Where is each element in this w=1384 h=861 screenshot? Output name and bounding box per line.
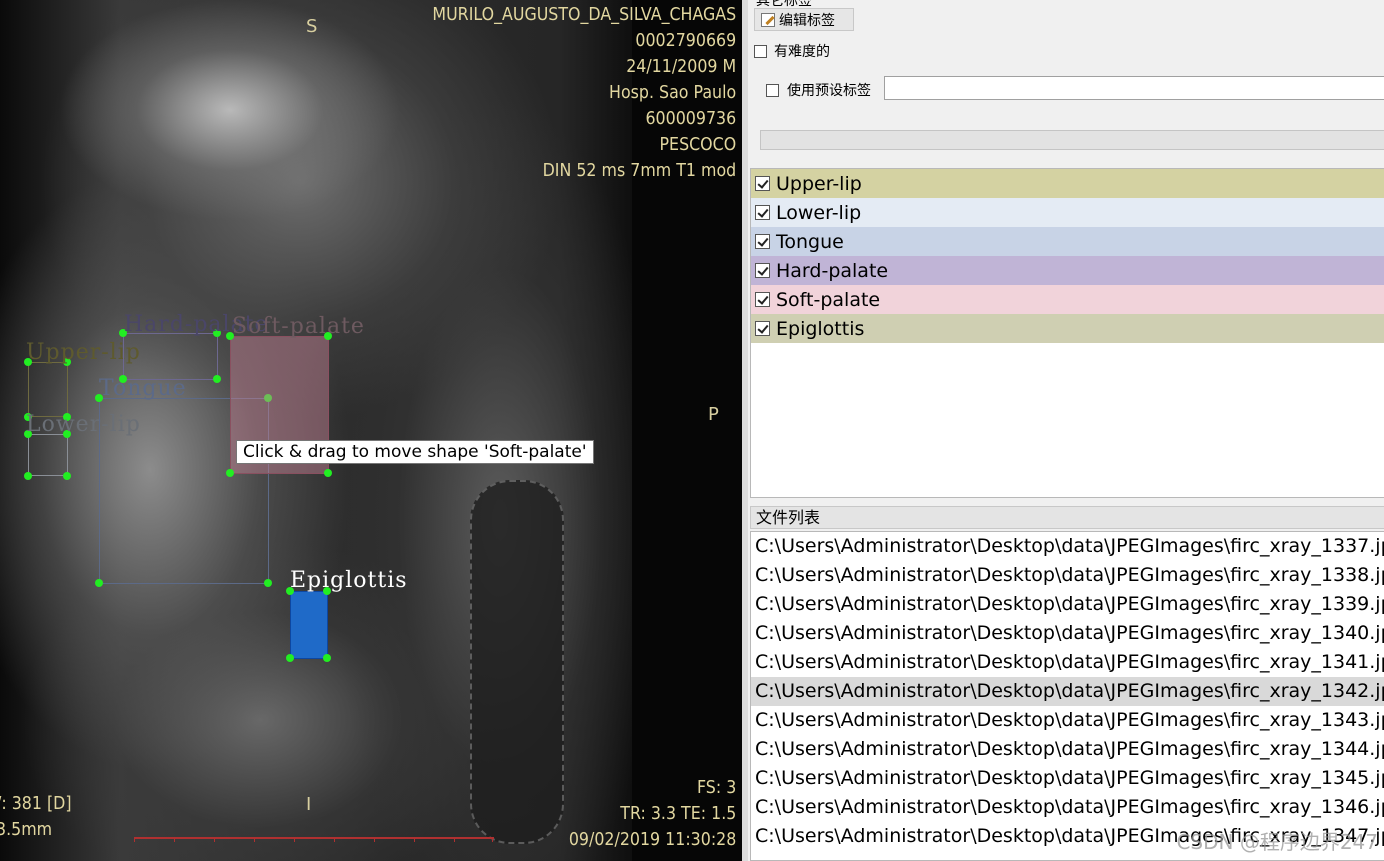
shape-vertex[interactable] — [226, 469, 234, 477]
file-list-title: 文件列表 — [750, 506, 1384, 529]
file-list-item[interactable]: C:\Users\Administrator\Desktop\data\JPEG… — [751, 648, 1384, 677]
acq-info-line: 09/02/2019 11:30:28 — [568, 829, 736, 850]
hard-palate-box[interactable] — [123, 333, 218, 380]
edit-label-button[interactable]: 编辑标签 — [754, 8, 854, 31]
shape-vertex[interactable] — [264, 579, 272, 587]
checkbox-box[interactable] — [766, 83, 779, 97]
drag-tooltip: Click & drag to move shape 'Soft-palate' — [236, 440, 594, 464]
checkbox-checked[interactable] — [755, 292, 770, 307]
edit-label-text: 编辑标签 — [779, 12, 835, 29]
checkbox-checked[interactable] — [755, 234, 770, 249]
orientation-bottom: I — [306, 794, 312, 815]
patient-info-line: 600009736 — [645, 108, 736, 129]
label-item-text: Hard-palate — [776, 259, 889, 282]
label-list-item[interactable]: Hard-palate — [751, 256, 1384, 285]
patient-info-line: MURILO_AUGUSTO_DA_SILVA_CHAGAS — [432, 4, 736, 25]
shape-vertex[interactable] — [95, 579, 103, 587]
use-preset-checkbox[interactable]: 使用预设标签 — [766, 80, 871, 100]
slice-info-line: /: 381 [D] — [0, 793, 72, 814]
file-list-item[interactable]: C:\Users\Administrator\Desktop\data\JPEG… — [751, 764, 1384, 793]
scale-ruler — [134, 837, 494, 847]
file-list-item[interactable]: C:\Users\Administrator\Desktop\data\JPEG… — [751, 561, 1384, 590]
file-list-item[interactable]: C:\Users\Administrator\Desktop\data\JPEG… — [751, 735, 1384, 764]
label-item-text: Soft-palate — [776, 288, 881, 311]
checkbox-checked[interactable] — [755, 205, 770, 220]
label-list[interactable]: Upper-lip Lower-lip Tongue Hard-palate S… — [750, 168, 1384, 498]
label-list-item[interactable]: Epiglottis — [751, 314, 1384, 343]
acq-info-line: TR: 3.3 TE: 1.5 — [619, 803, 736, 824]
file-list-item[interactable]: C:\Users\Administrator\Desktop\data\JPEG… — [751, 590, 1384, 619]
slice-info-line: 3.5mm — [0, 819, 53, 840]
label-list-item[interactable]: Tongue — [751, 227, 1384, 256]
epiglottis-box[interactable] — [290, 591, 328, 659]
file-list-item[interactable]: C:\Users\Administrator\Desktop\data\JPEG… — [751, 532, 1384, 561]
shape-vertex[interactable] — [24, 472, 32, 480]
upper-lip-box[interactable] — [28, 362, 68, 417]
label-list-item[interactable]: Lower-lip — [751, 198, 1384, 227]
shape-label-tongue: Tongue — [99, 376, 187, 401]
label-item-text: Upper-lip — [776, 172, 862, 195]
file-list-item[interactable]: C:\Users\Administrator\Desktop\data\JPEG… — [751, 793, 1384, 822]
orientation-top: S — [306, 16, 318, 37]
slice-info-overlay: /: 381 [D] 3.5mm — [0, 791, 72, 843]
orientation-right: P — [708, 404, 719, 425]
patient-info-line: DIN 52 ms 7mm T1 mod — [542, 160, 736, 181]
patient-info-line: Hosp. Sao Paulo — [608, 82, 736, 103]
shape-label-soft-palate: Soft-palate — [232, 314, 365, 339]
label-list-item[interactable]: Upper-lip — [751, 169, 1384, 198]
label-list-item[interactable]: Soft-palate — [751, 285, 1384, 314]
difficult-checkbox[interactable]: 有难度的 — [754, 41, 830, 61]
use-preset-label: 使用预设标签 — [787, 83, 871, 99]
shape-vertex[interactable] — [213, 375, 221, 383]
label-item-text: Epiglottis — [776, 317, 865, 340]
patient-info-overlay: MURILO_AUGUSTO_DA_SILVA_CHAGAS 000279066… — [432, 2, 736, 184]
patient-info-line: 0002790669 — [635, 30, 736, 51]
difficult-label: 有难度的 — [774, 44, 830, 60]
shape-vertex[interactable] — [286, 654, 294, 662]
file-list-item[interactable]: C:\Users\Administrator\Desktop\data\JPEG… — [751, 706, 1384, 735]
checkbox-checked[interactable] — [755, 263, 770, 278]
edit-icon — [761, 12, 775, 27]
patient-info-line: 24/11/2009 M — [626, 56, 736, 77]
progress-bar — [760, 130, 1384, 150]
file-list[interactable]: C:\Users\Administrator\Desktop\data\JPEG… — [750, 531, 1384, 861]
shape-vertex[interactable] — [63, 472, 71, 480]
acq-info-line: FS: 3 — [696, 777, 736, 798]
acquisition-info-overlay: FS: 3 TR: 3.3 TE: 1.5 09/02/2019 11:30:2… — [569, 775, 736, 853]
shape-vertex[interactable] — [324, 469, 332, 477]
shape-label-epiglottis: Epiglottis — [290, 568, 408, 593]
label-item-text: Lower-lip — [776, 201, 862, 224]
checkbox-checked[interactable] — [755, 321, 770, 336]
spine-shape — [470, 480, 564, 844]
label-item-text: Tongue — [776, 230, 844, 253]
image-canvas[interactable]: MURILO_AUGUSTO_DA_SILVA_CHAGAS 000279066… — [0, 0, 742, 861]
watermark: CSDN @程序边界247 — [1176, 830, 1378, 854]
patient-info-line: PESCOCO — [659, 134, 736, 155]
preset-label-input[interactable] — [884, 76, 1384, 100]
shape-vertex[interactable] — [323, 654, 331, 662]
lower-lip-box[interactable] — [28, 434, 68, 476]
checkbox-checked[interactable] — [755, 176, 770, 191]
right-dock-panel: 其它标签 编辑标签 有难度的 使用预设标签 Upper-lip Lower-li… — [742, 0, 1384, 861]
file-list-item-selected[interactable]: C:\Users\Administrator\Desktop\data\JPEG… — [751, 677, 1384, 706]
checkbox-box[interactable] — [754, 44, 767, 58]
file-list-item[interactable]: C:\Users\Administrator\Desktop\data\JPEG… — [751, 619, 1384, 648]
